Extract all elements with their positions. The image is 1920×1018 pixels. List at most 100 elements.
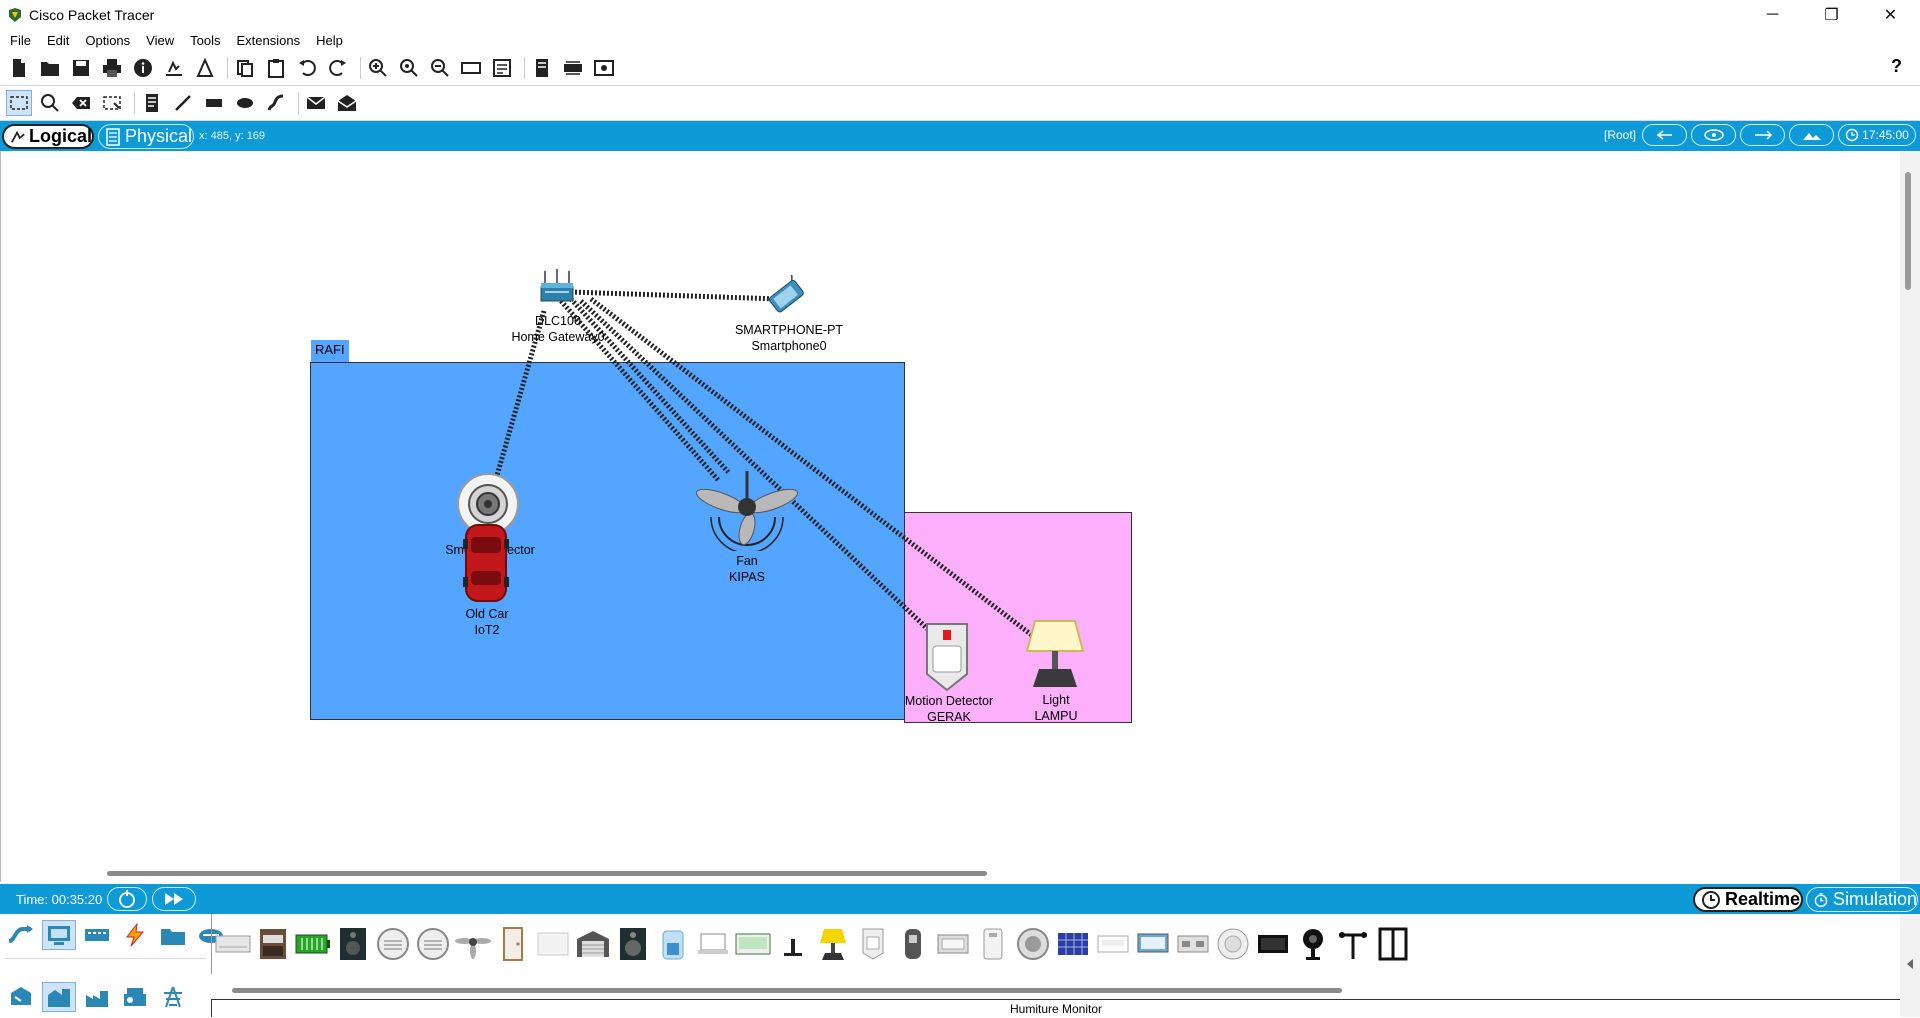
palette-vertical-scrollbar[interactable] xyxy=(1900,914,1920,1017)
subwoofer-icon[interactable] xyxy=(614,924,652,964)
carbon-monoxide-detector-icon[interactable] xyxy=(374,924,412,964)
simulation-mode-button[interactable]: Simulation xyxy=(1806,887,1918,912)
menu-tools[interactable]: Tools xyxy=(182,33,228,48)
network-switch-icon[interactable] xyxy=(560,55,586,81)
select-tool-icon[interactable] xyxy=(6,90,32,116)
viewport-clock[interactable]: 17:45:00 xyxy=(1838,124,1916,146)
siren-icon[interactable] xyxy=(974,924,1012,964)
freeform-draw-icon[interactable] xyxy=(263,90,289,116)
water-level-monitor-icon[interactable] xyxy=(1214,924,1252,964)
menu-view[interactable]: View xyxy=(138,33,182,48)
realtime-mode-button[interactable]: Realtime xyxy=(1693,887,1803,912)
canvas-horizontal-scrollbar[interactable] xyxy=(107,871,987,876)
motion-detector-icon[interactable] xyxy=(921,620,973,692)
solar-panel-icon[interactable] xyxy=(1054,924,1092,964)
draw-ellipse-icon[interactable] xyxy=(232,90,258,116)
carbon-dioxide-detector-icon[interactable] xyxy=(414,924,452,964)
back-button[interactable] xyxy=(1642,124,1687,146)
restore-button[interactable]: ❐ xyxy=(1802,0,1861,29)
print-icon[interactable] xyxy=(99,55,125,81)
smartphone-icon[interactable] xyxy=(761,275,813,319)
undo-icon[interactable] xyxy=(294,55,320,81)
open-folder-icon[interactable] xyxy=(37,55,63,81)
power-tower-icon[interactable] xyxy=(156,982,190,1012)
close-button[interactable]: ✕ xyxy=(1861,0,1920,29)
garage-door-icon[interactable] xyxy=(574,924,612,964)
lawn-sprinkler-icon[interactable] xyxy=(774,924,812,964)
save-icon[interactable] xyxy=(68,55,94,81)
activity-wizard-icon[interactable] xyxy=(161,55,187,81)
new-file-icon[interactable] xyxy=(6,55,32,81)
network-devices-icon[interactable] xyxy=(4,920,38,950)
ceiling-fan-palette-icon[interactable] xyxy=(454,924,492,964)
complex-pdu-icon[interactable] xyxy=(334,90,360,116)
home-category-icon[interactable] xyxy=(4,982,38,1012)
end-devices-icon[interactable] xyxy=(42,920,76,950)
draw-line-icon[interactable] xyxy=(170,90,196,116)
move-object-button[interactable] xyxy=(1740,124,1785,146)
portable-music-player-icon[interactable] xyxy=(894,924,932,964)
webcam-icon[interactable] xyxy=(934,924,972,964)
draw-rectangle-icon[interactable] xyxy=(201,90,227,116)
zoom-reset-icon[interactable] xyxy=(396,55,422,81)
drawing-palette-icon[interactable] xyxy=(458,55,484,81)
workspace-image-icon[interactable] xyxy=(591,55,617,81)
resize-shape-icon[interactable] xyxy=(99,90,125,116)
display-panel-icon[interactable] xyxy=(1254,924,1292,964)
power-grid-icon[interactable] xyxy=(118,982,152,1012)
tab-logical[interactable]: Logical xyxy=(2,124,94,149)
power-cycle-button[interactable] xyxy=(107,887,147,911)
wind-turbine-icon[interactable] xyxy=(1334,924,1372,964)
smoke-detector-palette-icon[interactable] xyxy=(1014,924,1052,964)
fast-forward-button[interactable] xyxy=(152,887,196,911)
menu-extensions[interactable]: Extensions xyxy=(228,33,308,48)
lamp-icon[interactable] xyxy=(1025,617,1085,691)
simple-pdu-icon[interactable] xyxy=(303,90,329,116)
thermostat-icon[interactable] xyxy=(1094,924,1132,964)
inspect-tool-icon[interactable] xyxy=(37,90,63,116)
speaker-icon[interactable] xyxy=(334,924,372,964)
device-list-scrollbar[interactable] xyxy=(232,988,1342,993)
ceiling-fan-icon[interactable] xyxy=(691,471,803,551)
paste-icon[interactable] xyxy=(263,55,289,81)
menu-edit[interactable]: Edit xyxy=(39,33,77,48)
components-icon[interactable] xyxy=(80,920,114,950)
battery-icon[interactable] xyxy=(294,924,332,964)
set-background-button[interactable] xyxy=(1789,124,1834,146)
industrial-icon[interactable] xyxy=(80,982,114,1012)
tab-physical[interactable]: Physical xyxy=(98,124,194,149)
menu-options[interactable]: Options xyxy=(77,33,138,48)
window-frame-icon[interactable] xyxy=(1374,924,1412,964)
lamp-palette-icon[interactable] xyxy=(814,924,852,964)
device-template-icon[interactable] xyxy=(489,55,515,81)
minimize-button[interactable]: ─ xyxy=(1743,0,1802,29)
scroll-left-arrow-icon[interactable] xyxy=(1900,954,1920,974)
window-icon[interactable] xyxy=(534,924,572,964)
redo-icon[interactable] xyxy=(325,55,351,81)
help-icon[interactable]: ? xyxy=(1891,56,1902,77)
new-cluster-button[interactable] xyxy=(1691,124,1736,146)
info-icon[interactable] xyxy=(130,55,156,81)
zoom-out-icon[interactable] xyxy=(427,55,453,81)
connections-icon[interactable] xyxy=(118,920,152,950)
canvas-vertical-scrollbar[interactable] xyxy=(1905,172,1911,290)
place-note-icon[interactable] xyxy=(139,90,165,116)
door-icon[interactable] xyxy=(494,924,532,964)
trip-sensor-icon[interactable] xyxy=(1174,924,1212,964)
appliance-icon[interactable] xyxy=(254,924,292,964)
tv-icon[interactable] xyxy=(1134,924,1172,964)
delete-tool-icon[interactable] xyxy=(68,90,94,116)
miscellaneous-icon[interactable] xyxy=(156,920,190,950)
custom-device-icon[interactable] xyxy=(192,55,218,81)
air-conditioner-icon[interactable] xyxy=(214,924,252,964)
home-gateway-icon[interactable] xyxy=(539,269,577,309)
copy-icon[interactable] xyxy=(232,55,258,81)
motion-detector-palette-icon[interactable] xyxy=(854,924,892,964)
smart-city-icon[interactable] xyxy=(42,982,76,1012)
security-camera-icon[interactable] xyxy=(1294,924,1332,964)
logical-workspace-canvas[interactable]: RAFI DLC100 Home Gateway0 SMARTPHONE-PT … xyxy=(0,151,1900,882)
menu-file[interactable]: File xyxy=(2,33,39,48)
zoom-in-icon[interactable] xyxy=(365,55,391,81)
tablet-device-icon[interactable] xyxy=(734,924,772,964)
menu-help[interactable]: Help xyxy=(308,33,351,48)
